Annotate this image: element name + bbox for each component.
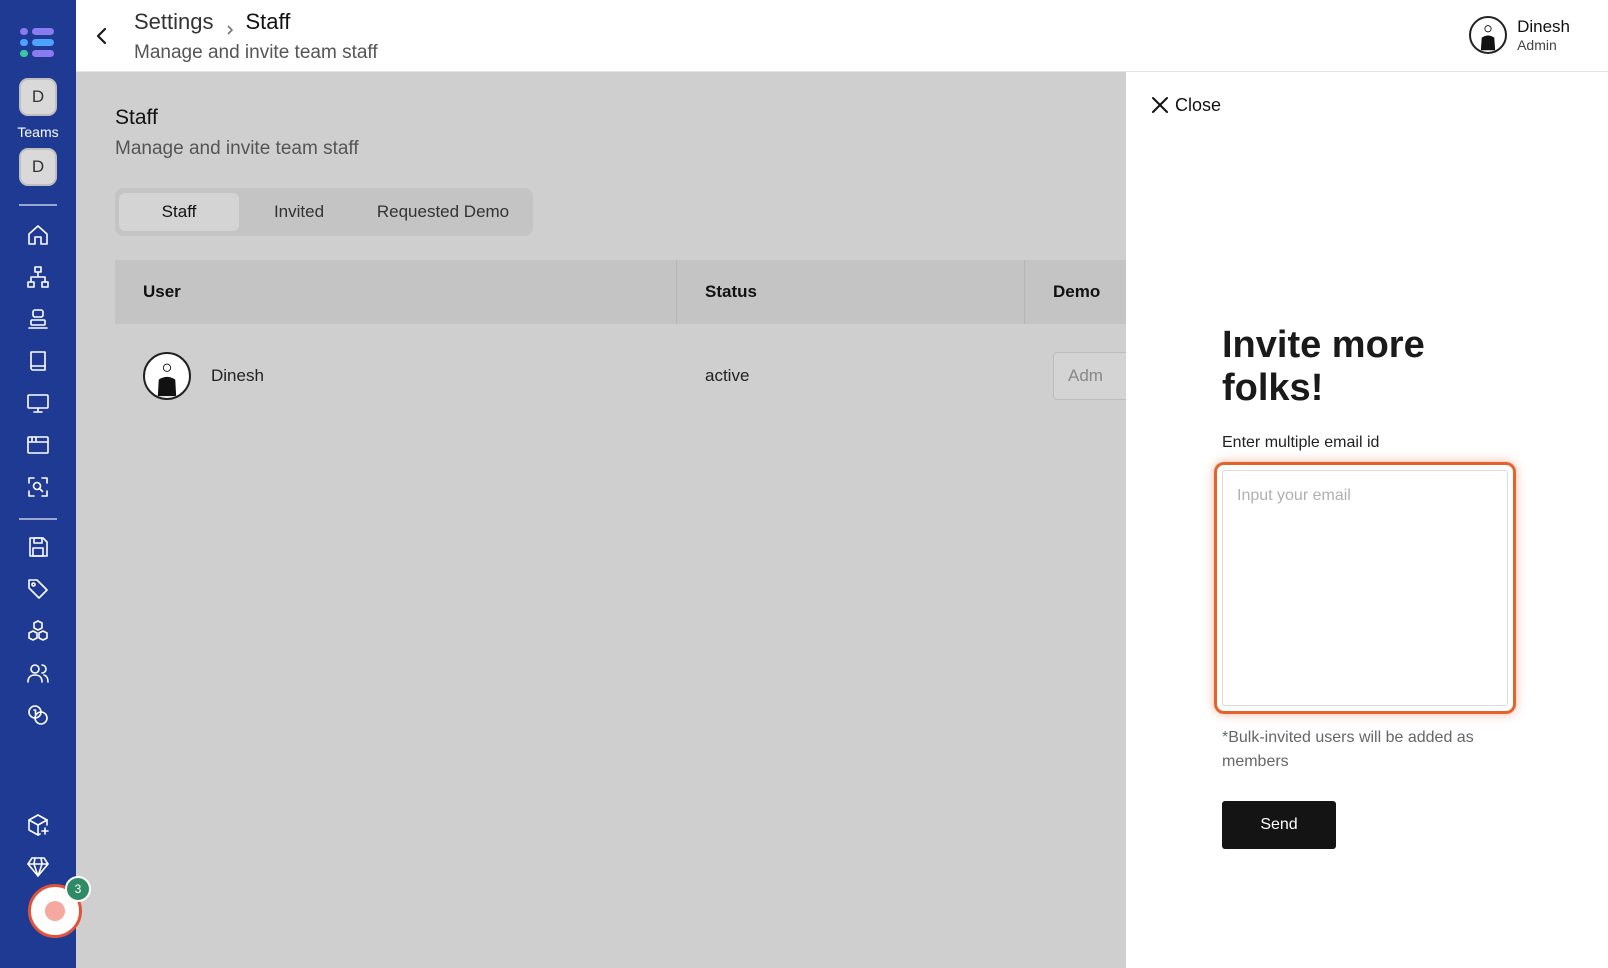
- close-button[interactable]: Close: [1149, 94, 1221, 116]
- close-icon: [1152, 97, 1168, 113]
- table-header: User Status Demo: [115, 260, 1126, 324]
- invite-drawer: Close Invite more folks! Enter multiple …: [1126, 72, 1608, 968]
- header-subtitle: Manage and invite team staff: [134, 42, 378, 63]
- sidebar-divider: [19, 204, 57, 206]
- users-icon[interactable]: [25, 660, 51, 686]
- coins-icon[interactable]: [25, 702, 51, 728]
- breadcrumb: Settings Staff: [134, 9, 290, 35]
- column-header-status: Status: [677, 260, 1025, 324]
- email-input-wrapper: [1214, 462, 1516, 714]
- breadcrumb-settings[interactable]: Settings: [134, 9, 214, 35]
- sidebar: D Teams D: [0, 0, 76, 968]
- email-label: Enter multiple email id: [1222, 434, 1380, 451]
- teams-label: Teams: [17, 124, 59, 140]
- scan-search-icon[interactable]: [25, 474, 51, 500]
- role-cell: Adm: [1025, 352, 1126, 400]
- page-title: Staff: [115, 106, 158, 129]
- breadcrumb-staff: Staff: [245, 9, 291, 34]
- bulk-invite-note: *Bulk-invited users will be added as mem…: [1222, 729, 1474, 770]
- notification-badge: 3: [65, 876, 91, 902]
- invite-title: Invite more folks!: [1222, 324, 1425, 409]
- staff-table: User Status Demo Dinesh active Adm: [115, 260, 1126, 428]
- tag-icon[interactable]: [25, 576, 51, 602]
- save-icon[interactable]: [25, 534, 51, 560]
- main-content: Staff Manage and invite team staff Staff…: [76, 72, 1126, 968]
- tab-requested-demo[interactable]: Requested Demo: [359, 193, 527, 231]
- back-arrow-icon[interactable]: [90, 24, 114, 48]
- user-name: Dinesh: [211, 366, 264, 385]
- user-name: Dinesh: [1517, 17, 1570, 36]
- status-cell: active: [705, 366, 750, 385]
- chevron-right-icon: [224, 16, 236, 35]
- home-icon[interactable]: [25, 222, 51, 248]
- record-icon: [45, 901, 65, 921]
- book-icon[interactable]: [25, 348, 51, 374]
- sidebar-divider: [19, 518, 57, 520]
- send-button[interactable]: Send: [1222, 801, 1336, 849]
- team-badge[interactable]: D: [19, 78, 57, 116]
- org-chart-icon[interactable]: [25, 264, 51, 290]
- stack-icon[interactable]: [25, 306, 51, 332]
- package-plus-icon[interactable]: [25, 812, 51, 838]
- email-input[interactable]: [1222, 470, 1508, 706]
- top-header: Settings Staff Manage and invite team st…: [76, 0, 1608, 72]
- role-select[interactable]: Adm: [1053, 352, 1126, 400]
- diamond-icon[interactable]: [25, 854, 51, 880]
- table-row[interactable]: Dinesh active Adm: [115, 324, 1126, 428]
- avatar: [1469, 16, 1508, 54]
- tab-invited[interactable]: Invited: [239, 193, 359, 231]
- close-label: Close: [1175, 94, 1222, 115]
- browser-window-icon[interactable]: [25, 432, 51, 458]
- team-badge-current[interactable]: D: [19, 148, 57, 186]
- page-subtitle: Manage and invite team staff: [115, 138, 359, 159]
- app-logo[interactable]: [20, 26, 56, 60]
- monitor-icon[interactable]: [25, 390, 51, 416]
- column-header-demo: Demo: [1053, 282, 1101, 301]
- user-cell: Dinesh: [115, 352, 677, 400]
- avatar: [143, 352, 191, 400]
- cubes-icon[interactable]: [25, 618, 51, 644]
- column-header-user: User: [115, 260, 677, 324]
- tab-bar: Staff Invited Requested Demo: [115, 188, 533, 236]
- user-role: Admin: [1517, 37, 1557, 53]
- tab-staff[interactable]: Staff: [119, 193, 239, 231]
- user-menu[interactable]: Dinesh Admin: [1469, 16, 1570, 54]
